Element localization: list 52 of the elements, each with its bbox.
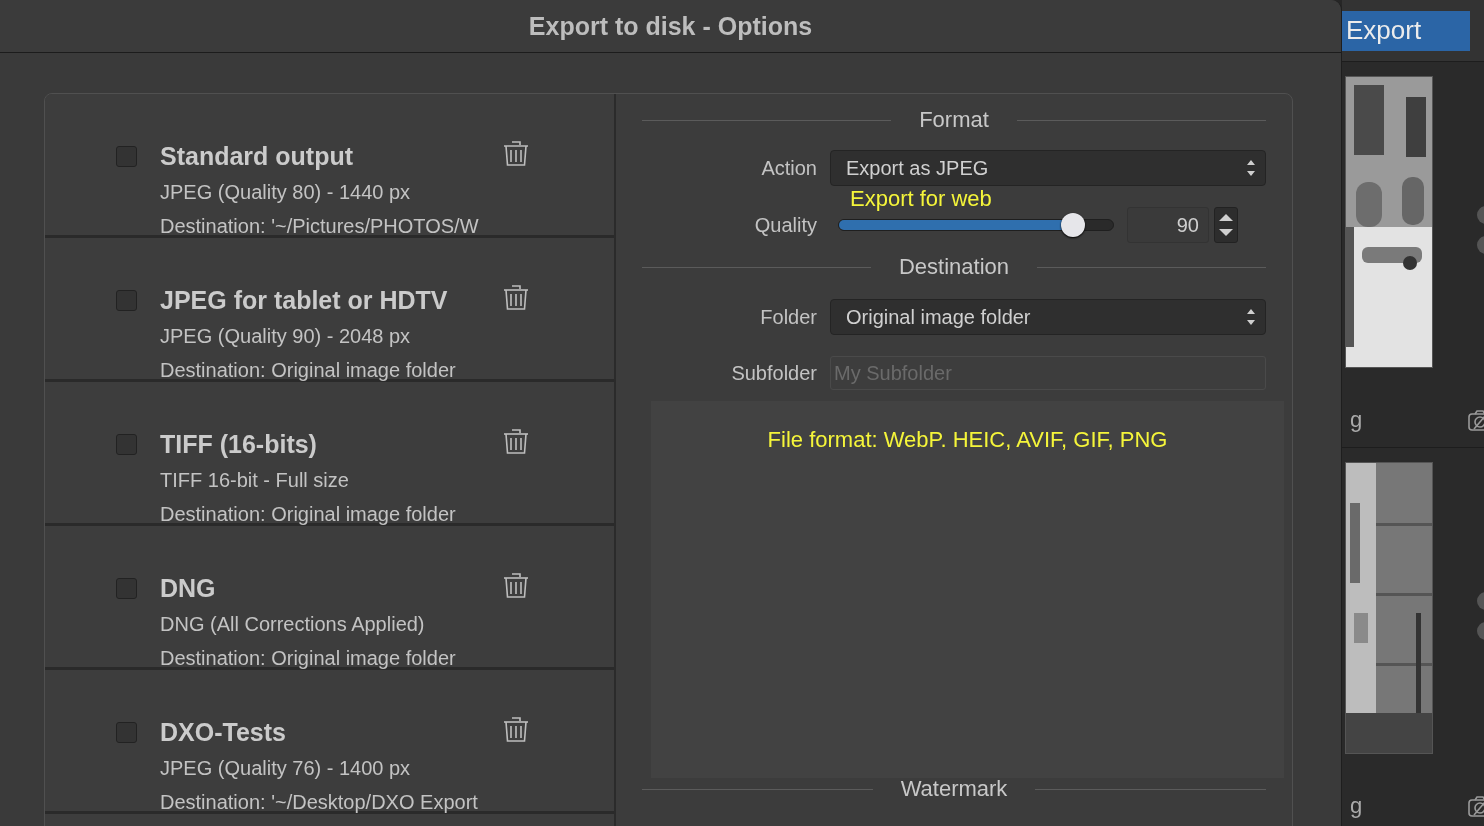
quality-slider[interactable]	[838, 213, 1114, 237]
field-label: Folder	[759, 305, 817, 329]
preset-format: JPEG (Quality 90) - 2048 px	[160, 324, 412, 349]
preset-destination: Destination: Original image folder	[160, 646, 457, 671]
preset-destination: Destination: Original image folder	[160, 358, 457, 383]
dropdown[interactable]: Original image folder	[830, 299, 1266, 335]
preset-destination: Destination: '~/Pictures/PHOTOS/W	[160, 214, 480, 239]
preset-destination: Destination: '~/Desktop/DXO Export	[160, 790, 479, 815]
preset-item[interactable]: JPEG for tablet or HDTV JPEG (Quality 90) - 2048 px Destination: Original image folder	[45, 238, 614, 382]
file-name: g	[1350, 794, 1363, 818]
annotation-text: File format: WebP. HEIC, AVIF, GIF, PNG	[767, 427, 1168, 454]
checkbox[interactable]	[116, 146, 137, 167]
section-heading: Format	[919, 107, 989, 133]
preset-title: Standard output	[160, 141, 355, 171]
preset-format: DNG (All Corrections Applied)	[160, 612, 426, 637]
preset-title: TIFF (16-bits)	[160, 429, 318, 459]
file-name: g	[1350, 408, 1363, 432]
arrow-down-icon	[1217, 227, 1235, 238]
preset-title: DNG	[160, 573, 217, 603]
chevron-icon	[1246, 159, 1256, 177]
checkbox[interactable]	[116, 290, 137, 311]
preset-title: DXO-Tests	[160, 717, 287, 747]
chevron-icon	[1246, 308, 1256, 326]
dropdown[interactable]: Export as JPEG	[830, 150, 1266, 186]
section-heading: Watermark	[900, 776, 1008, 802]
preset-format: JPEG (Quality 76) - 1400 px	[160, 756, 412, 781]
preset-destination: Destination: Original image folder	[160, 502, 457, 527]
arrow-up-icon	[1217, 212, 1235, 223]
trash-icon[interactable]	[502, 715, 530, 743]
section-heading: Destination	[898, 254, 1010, 280]
preset-item[interactable]: TIFF (16-bits) TIFF 16-bit - Full size Destination: Original image folder	[45, 382, 614, 526]
trash-icon[interactable]	[502, 139, 530, 167]
checkbox[interactable]	[116, 578, 137, 599]
quality-field[interactable]: 90	[1127, 207, 1209, 243]
field-label: Quality	[753, 213, 817, 237]
annotation-text: Export for web	[850, 187, 992, 211]
preset-format: JPEG (Quality 80) - 1440 px	[160, 180, 412, 205]
checkbox[interactable]	[116, 434, 137, 455]
preset-item[interactable]: Standard output JPEG (Quality 80) - 1440 px Destination: '~/Pictures/PHOTOS/W	[45, 94, 614, 238]
checkbox[interactable]	[116, 722, 137, 743]
export-button[interactable]: Export	[1342, 10, 1470, 51]
window-title: Export to disk - Options	[528, 11, 813, 41]
preset-format: TIFF 16-bit - Full size	[160, 468, 350, 493]
field-label: Subfolder	[730, 361, 817, 385]
field-label: Action	[760, 156, 817, 180]
stepper[interactable]	[1214, 207, 1238, 243]
trash-icon[interactable]	[502, 427, 530, 455]
preset-item[interactable]: DXO-Tests JPEG (Quality 76) - 1400 px Destination: '~/Desktop/DXO Export	[45, 670, 614, 814]
preset-item[interactable]: DNG DNG (All Corrections Applied) Destination: Original image folder	[45, 526, 614, 670]
preset-title: JPEG for tablet or HDTV	[160, 285, 449, 315]
trash-icon[interactable]	[502, 283, 530, 311]
trash-icon[interactable]	[502, 571, 530, 599]
